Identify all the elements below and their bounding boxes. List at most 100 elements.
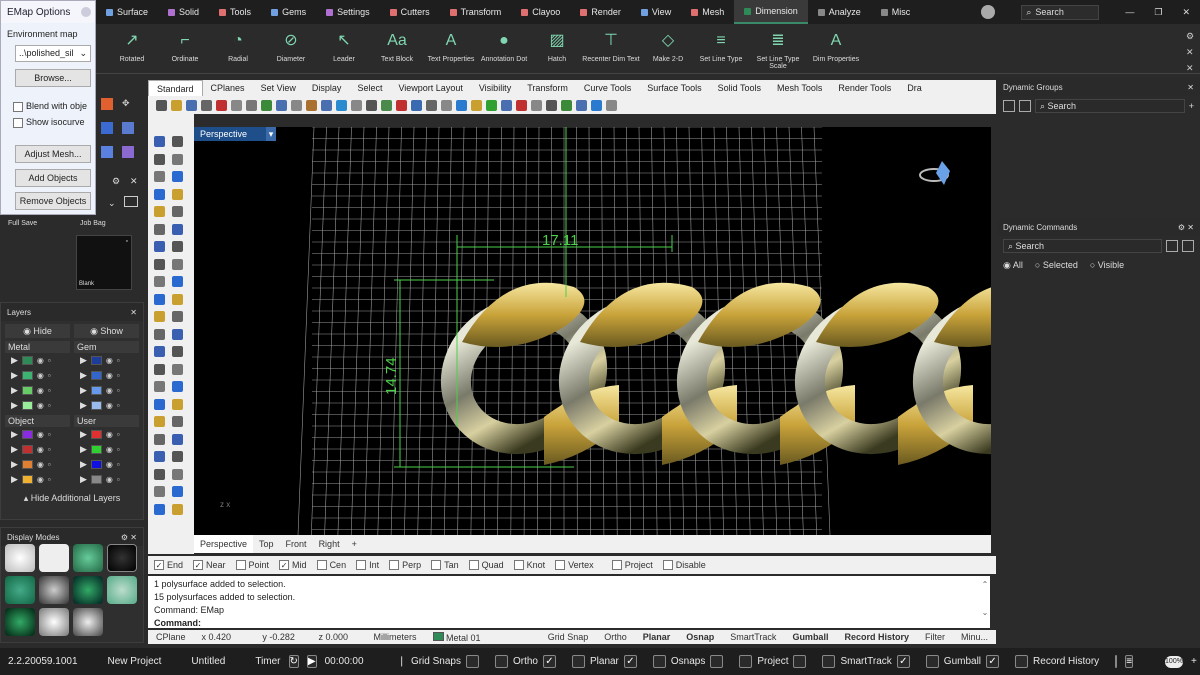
- add-icon[interactable]: +: [1189, 101, 1194, 111]
- toggle-smarttrack[interactable]: SmartTrack ✓: [814, 655, 917, 668]
- add-objects-button[interactable]: Add Objects: [15, 169, 91, 187]
- commands-search[interactable]: ⌕ Search: [1003, 239, 1162, 253]
- palette-tool-icon[interactable]: [154, 276, 165, 287]
- minimize-icon[interactable]: —: [1125, 7, 1134, 17]
- palette-tool-icon[interactable]: [172, 363, 183, 375]
- palette-tool-icon[interactable]: [172, 381, 183, 392]
- palette-tool-icon[interactable]: [172, 241, 183, 252]
- chevron-down-icon[interactable]: ▾: [266, 127, 276, 141]
- osnap-knot[interactable]: Knot: [513, 560, 545, 571]
- display-mode-pen[interactable]: [73, 576, 103, 604]
- palette-tool-icon[interactable]: [172, 311, 183, 322]
- lock-icon[interactable]: ▫: [117, 401, 120, 410]
- palette-tool-icon[interactable]: [172, 136, 183, 147]
- palette-tool-icon[interactable]: [154, 311, 165, 322]
- osnap-tan[interactable]: Tan: [431, 560, 459, 571]
- palette-tool-icon[interactable]: [154, 136, 165, 147]
- viewport-tab-right[interactable]: Right: [313, 535, 346, 553]
- palette-tool-icon[interactable]: [154, 258, 165, 270]
- layer-swatch[interactable]: [90, 386, 102, 395]
- eye-icon[interactable]: ◉: [37, 401, 44, 410]
- toolbar-tab-select[interactable]: Select: [349, 80, 390, 96]
- radio-selected[interactable]: ○ Selected: [1035, 260, 1078, 271]
- sort-icon[interactable]: [1166, 240, 1178, 252]
- layer-row[interactable]: ▶ ◉ ▫: [74, 457, 139, 472]
- project-name[interactable]: Untitled: [183, 656, 233, 667]
- layer-swatch[interactable]: [21, 401, 33, 410]
- toolbar-icon[interactable]: [501, 99, 512, 111]
- toggle-ortho[interactable]: Ortho ✓: [487, 655, 564, 668]
- palette-tool-icon[interactable]: [154, 381, 165, 392]
- lock-icon[interactable]: ▫: [117, 445, 120, 454]
- radio-all[interactable]: ◉ All: [1003, 260, 1023, 271]
- viewport-title[interactable]: Perspective ▾: [194, 127, 276, 141]
- palette-tool-icon[interactable]: [154, 188, 165, 200]
- perspective-viewport[interactable]: 17.11 14.74 z x: [194, 127, 991, 535]
- display-mode-raytraced[interactable]: [39, 608, 69, 636]
- display-mode-artistic[interactable]: [39, 576, 69, 604]
- toggle-gridsnaps[interactable]: ❘ Grid Snaps: [390, 655, 487, 668]
- display-mode-monochrome[interactable]: [73, 608, 103, 636]
- toggle-osnaps[interactable]: Osnaps: [645, 655, 731, 668]
- palette-tool-icon[interactable]: [154, 171, 165, 182]
- expand-icon[interactable]: ▶: [11, 459, 18, 470]
- palette-tool-icon[interactable]: [154, 398, 165, 410]
- palette-tool-icon[interactable]: [154, 363, 165, 375]
- close-icon[interactable]: ✕: [130, 176, 138, 187]
- lock-icon[interactable]: ▫: [117, 430, 120, 439]
- layer-row[interactable]: ▶ ◉ ▫: [74, 442, 139, 457]
- expand-icon[interactable]: ▶: [80, 370, 87, 381]
- browse-button[interactable]: Browse...: [15, 69, 91, 87]
- eye-icon[interactable]: ◉: [37, 371, 44, 380]
- menu-tab-analyze[interactable]: Analyze: [808, 0, 871, 24]
- toolbar-icon[interactable]: [366, 99, 377, 111]
- toggle-planar[interactable]: Planar ✓: [564, 655, 645, 668]
- palette-tool-icon[interactable]: [172, 346, 183, 357]
- status-ortho[interactable]: Ortho: [596, 632, 635, 642]
- palette-tool-icon[interactable]: [172, 328, 183, 340]
- palette-tool-icon[interactable]: [154, 328, 165, 340]
- lock-icon[interactable]: ▫: [117, 475, 120, 484]
- layer-row[interactable]: ▶ ◉ ▫: [5, 457, 70, 472]
- menu-tab-clayoo[interactable]: Clayoo: [511, 0, 570, 24]
- env-map-select[interactable]: ..\polished_sil ⌄: [15, 45, 91, 62]
- layer-row[interactable]: ▶ ◉ ▫: [5, 368, 70, 383]
- toolbar-tab-set-view[interactable]: Set View: [253, 80, 304, 96]
- toolbar-icon[interactable]: [531, 99, 542, 111]
- toggle-gumball[interactable]: Gumball ✓: [918, 655, 1007, 668]
- toolbar-tab-solid-tools[interactable]: Solid Tools: [710, 80, 769, 96]
- toolbar-tab-transform[interactable]: Transform: [519, 80, 576, 96]
- palette-tool-icon[interactable]: [172, 188, 183, 200]
- toolbar-tab-viewport-layout[interactable]: Viewport Layout: [390, 80, 470, 96]
- lock-icon[interactable]: ▫: [48, 430, 51, 439]
- toolbar-icon[interactable]: [171, 99, 182, 111]
- ribbon-hatch[interactable]: ▨ Hatch: [526, 26, 588, 72]
- menu-icon[interactable]: ≡: [1125, 655, 1134, 668]
- layer-swatch[interactable]: [21, 356, 33, 365]
- full-save-label[interactable]: Full Save: [8, 220, 37, 227]
- toolbar-icon[interactable]: [441, 99, 452, 111]
- layer-row[interactable]: ▶ ◉ ▫: [5, 353, 70, 368]
- palette-tool-icon[interactable]: [172, 171, 183, 182]
- lock-icon[interactable]: ▫: [48, 401, 51, 410]
- close-icon[interactable]: [81, 7, 91, 17]
- toolbar-icon[interactable]: [246, 99, 257, 111]
- menu-tab-dimension[interactable]: Dimension: [734, 0, 808, 24]
- layer-row[interactable]: ▶ ◉ ▫: [74, 398, 139, 413]
- command-scroll[interactable]: ⌃ ⌄: [980, 578, 990, 626]
- remove-objects-button[interactable]: Remove Objects: [15, 192, 91, 210]
- toolbar-tab-display[interactable]: Display: [304, 80, 350, 96]
- lock-icon[interactable]: ▫: [48, 475, 51, 484]
- palette-icon[interactable]: [1115, 655, 1118, 668]
- brush-icon[interactable]: [122, 146, 134, 158]
- tool-icon[interactable]: [101, 98, 113, 110]
- menu-tab-cutters[interactable]: Cutters: [380, 0, 440, 24]
- toolbar-icon[interactable]: [606, 99, 617, 111]
- expand-icon[interactable]: ▶: [80, 400, 87, 411]
- status-osnap[interactable]: Osnap: [678, 632, 722, 642]
- eye-icon[interactable]: ◉: [37, 356, 44, 365]
- panel-icons[interactable]: ⚙ ✕: [1178, 223, 1194, 232]
- palette-tool-icon[interactable]: [172, 416, 183, 427]
- user-group-header[interactable]: User: [74, 415, 139, 427]
- layer-swatch[interactable]: [90, 475, 102, 484]
